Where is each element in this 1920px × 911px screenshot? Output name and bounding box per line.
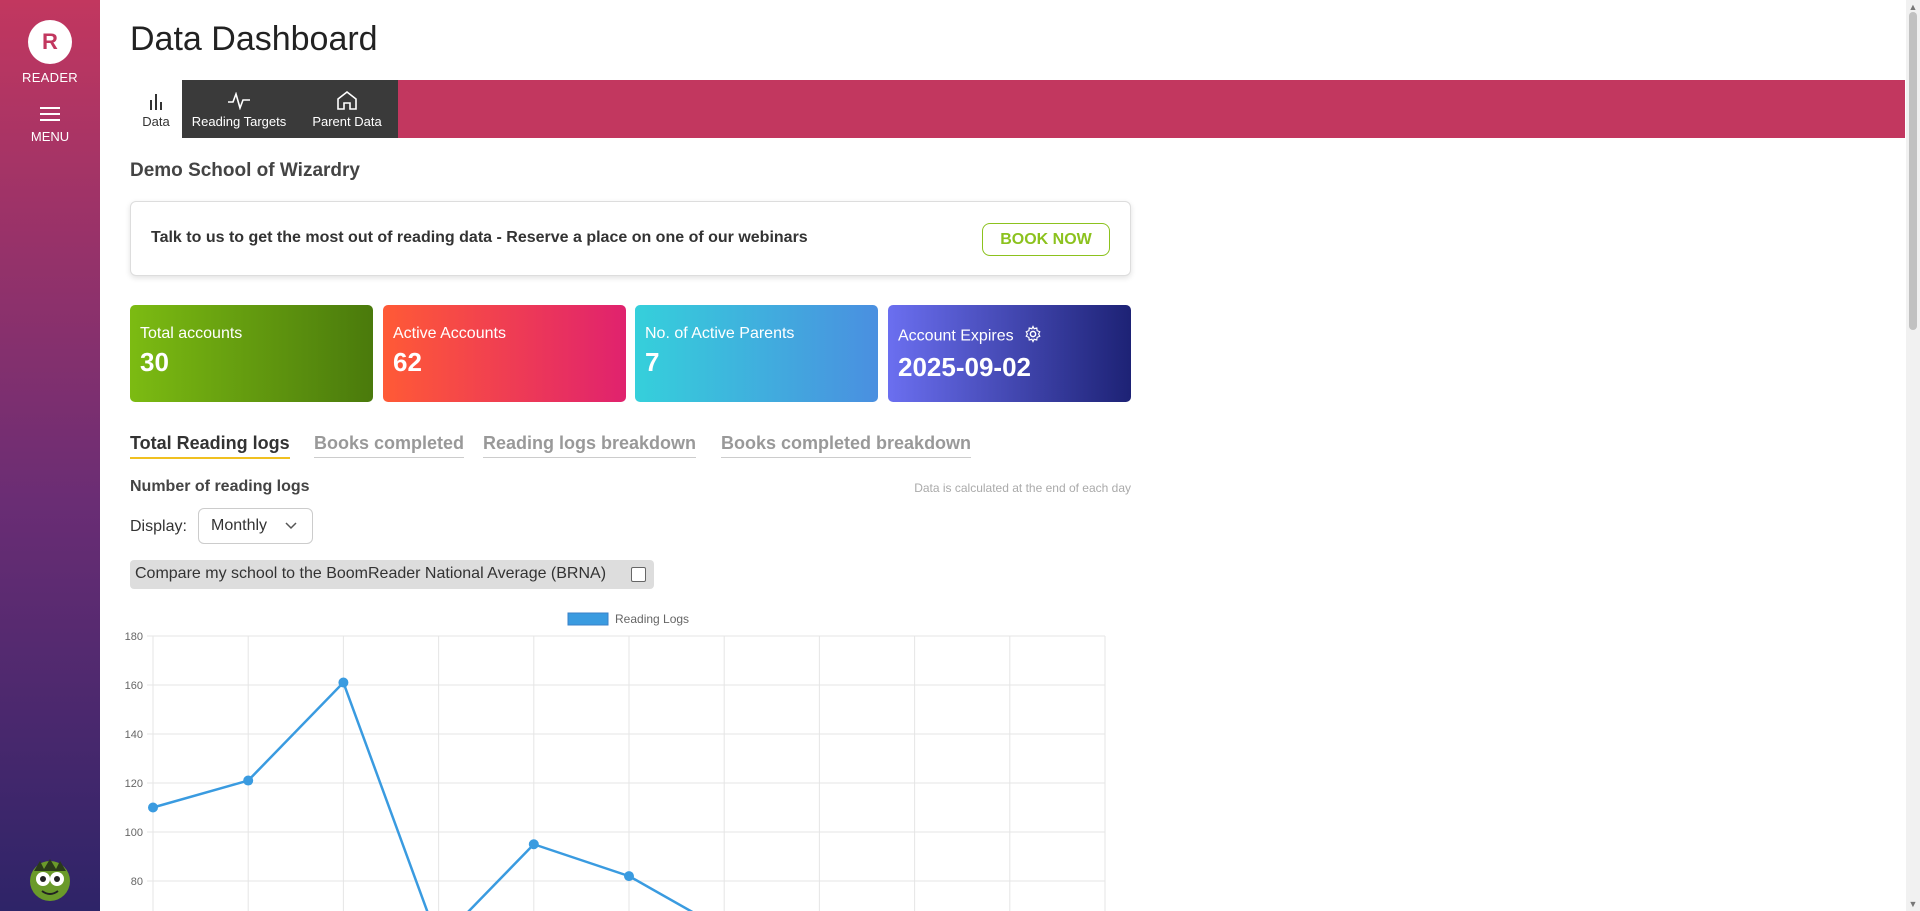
app-logo[interactable]: R [28, 20, 72, 64]
menu-label: MENU [30, 129, 70, 144]
tab-label: Parent Data [312, 114, 382, 129]
y-tick-label: 160 [125, 680, 143, 692]
compare-brna-checkbox[interactable] [631, 567, 646, 582]
y-tick-label: 100 [125, 827, 143, 839]
y-tick-label: 140 [125, 729, 143, 741]
compare-brna-label: Compare my school to the BoomReader Nati… [135, 565, 607, 582]
stat-card-active-accounts: Active Accounts 62 [383, 305, 626, 402]
tab-bar: Data Reading Targets Parent Data [130, 80, 1905, 138]
display-select-value: Monthly [211, 517, 268, 534]
chart-tab-reading-logs-breakdown[interactable]: Reading logs breakdown [483, 433, 697, 458]
stat-label: Account Expires [898, 327, 1014, 345]
chart-tab-total-reading-logs[interactable]: Total Reading logs [130, 433, 290, 459]
tab-label: Data [142, 114, 170, 129]
stat-card-active-parents: No. of Active Parents 7 [635, 305, 878, 402]
legend-label: Reading Logs [615, 612, 689, 626]
stat-value: 7 [645, 347, 660, 377]
display-label: Display: [130, 518, 187, 535]
sidebar: R READER MENU [0, 0, 100, 911]
logo-text: READER [22, 70, 78, 85]
stat-label: Total accounts [140, 325, 243, 342]
data-point [243, 775, 254, 786]
legend-swatch [567, 612, 609, 626]
stat-label: Active Accounts [393, 325, 506, 342]
home-icon [296, 80, 398, 110]
chart-heading: Number of reading logs [130, 478, 310, 495]
data-point [148, 802, 158, 813]
hamburger-icon [40, 107, 60, 121]
webinar-banner: Talk to us to get the most out of readin… [130, 201, 1131, 276]
data-point [624, 871, 634, 882]
data-point [338, 677, 349, 688]
chart-note: Data is calculated at the end of each da… [914, 481, 1131, 495]
stat-value: 30 [140, 347, 169, 377]
scrollbar[interactable]: ▲ ▼ [1906, 0, 1920, 911]
banner-text: Talk to us to get the most out of readin… [151, 229, 808, 246]
chart-tab-books-completed-breakdown[interactable]: Books completed breakdown [721, 433, 972, 458]
reading-logs-chart: 80 100 120 140 160 180 Reading Logs [125, 612, 1106, 911]
tab-label: Reading Targets [191, 114, 287, 129]
scroll-up-icon[interactable]: ▲ [1908, 2, 1918, 12]
stat-label: No. of Active Parents [645, 325, 795, 342]
chart-tab-books-completed[interactable]: Books completed [314, 433, 465, 458]
tab-data[interactable]: Data [130, 80, 182, 138]
compare-brna-row: Compare my school to the BoomReader Nati… [130, 560, 654, 589]
stat-value: 2025-09-02 [898, 352, 1031, 382]
stat-card-total-accounts: Total accounts 30 [130, 305, 373, 402]
scrollbar-thumb[interactable] [1909, 12, 1917, 330]
school-name: Demo School of Wizardry [130, 160, 360, 181]
bar-chart-icon [130, 80, 182, 110]
main-content: Data Dashboard Data Reading Targets Pare… [100, 0, 1906, 911]
y-tick-label: 120 [125, 778, 143, 790]
page-title: Data Dashboard [130, 20, 378, 58]
y-tick-label: 180 [125, 631, 143, 643]
stat-value: 62 [393, 347, 422, 377]
tab-parent-data[interactable]: Parent Data [296, 80, 398, 138]
activity-icon [182, 80, 296, 110]
menu-button[interactable]: MENU [0, 107, 100, 144]
y-tick-label: 80 [131, 876, 143, 888]
tab-reading-targets[interactable]: Reading Targets [182, 80, 296, 138]
data-point [528, 839, 539, 850]
scroll-down-icon[interactable]: ▼ [1908, 899, 1918, 909]
book-now-button[interactable]: BOOK NOW [982, 223, 1110, 256]
stat-label-row: Account Expires [898, 325, 1121, 348]
stat-card-account-expires: Account Expires 2025-09-02 [888, 305, 1131, 402]
gear-icon[interactable] [1024, 325, 1042, 348]
display-select[interactable]: Monthly [198, 508, 313, 544]
mascot-avatar-icon[interactable] [26, 855, 74, 903]
chevron-down-icon [285, 522, 297, 530]
